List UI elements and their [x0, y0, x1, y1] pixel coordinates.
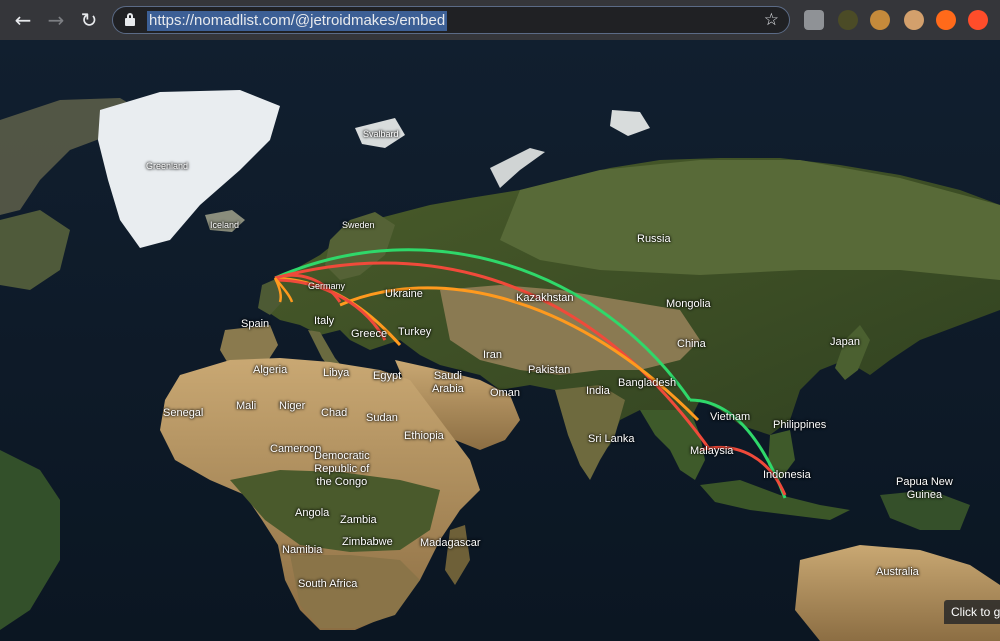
play-extension-2-icon[interactable] [968, 10, 988, 30]
forward-arrow-icon[interactable]: → [44, 8, 68, 32]
label-japan: Japan [830, 336, 860, 348]
address-bar[interactable]: https://nomadlist.com/@jetroidmakes/embe… [112, 6, 790, 34]
label-china: China [677, 338, 706, 350]
back-arrow-icon[interactable]: ← [11, 8, 35, 32]
label-madagascar: Madagascar [420, 537, 481, 549]
label-zimbabwe: Zimbabwe [342, 536, 393, 548]
label-pakistan: Pakistan [528, 364, 571, 376]
label-philippines: Philippines [773, 419, 827, 431]
label-oman: Oman [490, 387, 520, 399]
label-greenland: Greenland [146, 161, 189, 171]
label-italy: Italy [314, 315, 335, 327]
label-drc: Democratic Republic of the Congo [314, 450, 370, 488]
label-niger: Niger [279, 400, 306, 412]
label-iran: Iran [483, 349, 502, 361]
label-svalbard: Svalbard [363, 129, 399, 139]
label-spain: Spain [241, 318, 270, 330]
label-namibia: Namibia [282, 544, 323, 556]
highlighter-icon[interactable] [838, 10, 858, 30]
world-map[interactable]: Greenland Svalbard Iceland Sweden Russia… [0, 40, 1000, 641]
label-germany: Germany [308, 281, 346, 291]
label-iceland: Iceland [210, 220, 240, 230]
label-sweden: Sweden [342, 220, 375, 230]
ublock-origin-icon[interactable] [804, 10, 824, 30]
label-mali: Mali [236, 400, 257, 412]
cookie-icon[interactable] [870, 10, 890, 30]
label-libya: Libya [323, 367, 350, 379]
label-egypt: Egypt [373, 370, 402, 382]
url-text[interactable]: https://nomadlist.com/@jetroidmakes/embe… [147, 11, 448, 31]
lock-icon [125, 13, 135, 26]
label-bangladesh: Bangladesh [618, 377, 677, 389]
label-indonesia: Indonesia [763, 469, 811, 481]
label-papua-new-guinea: Papua New Guinea [896, 476, 953, 501]
label-algeria: Algeria [253, 364, 288, 376]
label-malaysia: Malaysia [690, 445, 734, 457]
label-senegal: Senegal [163, 407, 204, 419]
browser-toolbar: ← → ↻ https://nomadlist.com/@jetroidmake… [0, 0, 1000, 40]
label-sudan: Sudan [366, 412, 398, 424]
label-india: India [586, 385, 610, 397]
label-chad: Chad [321, 407, 348, 419]
label-russia: Russia [637, 233, 671, 245]
label-sri-lanka: Sri Lanka [588, 433, 635, 445]
label-ukraine: Ukraine [385, 288, 423, 300]
play-extension-icon[interactable] [936, 10, 956, 30]
label-south-africa: South Africa [298, 578, 358, 590]
label-ethiopia: Ethiopia [404, 430, 444, 442]
label-zambia: Zambia [340, 514, 377, 526]
label-greece: Greece [351, 328, 388, 340]
label-angola: Angola [295, 507, 330, 519]
label-saudi-arabia: Saudi Arabia [432, 370, 464, 395]
label-mongolia: Mongolia [666, 298, 711, 310]
bookmark-star-icon[interactable]: ☆ [764, 10, 779, 30]
label-australia: Australia [876, 566, 919, 578]
reload-icon[interactable]: ↻ [77, 8, 101, 32]
face-extension-icon[interactable] [904, 10, 924, 30]
click-to-go-button[interactable]: Click to g [944, 600, 1000, 624]
label-kazakhstan: Kazakhstan [516, 292, 574, 304]
label-vietnam: Vietnam [710, 411, 751, 423]
label-turkey: Turkey [398, 326, 432, 338]
